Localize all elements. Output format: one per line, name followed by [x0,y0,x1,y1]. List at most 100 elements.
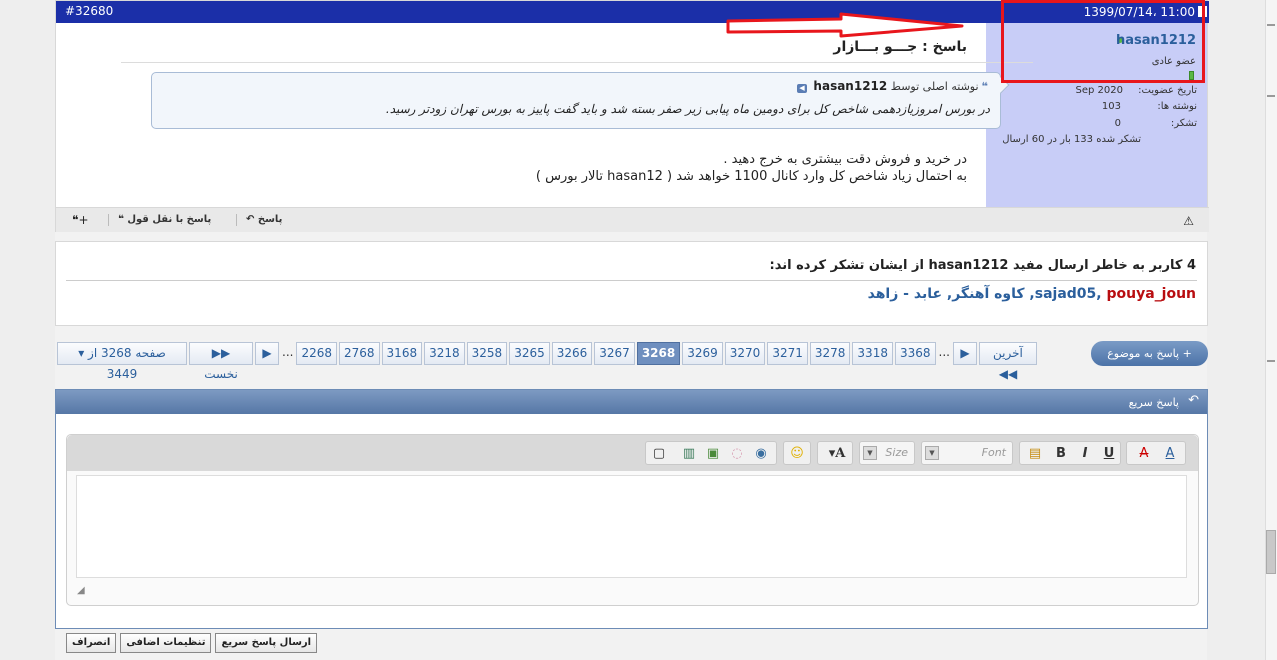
thanks-title: 4 کاربر به خاطر ارسال مفید hasan1212 از … [769,258,1196,273]
scroll-mark [1267,95,1275,97]
text-style-group: U I B ▤ [1019,441,1121,465]
page-link[interactable]: 3270 [724,342,766,365]
submit-quick-reply-button[interactable]: ارسال پاسخ سریع [215,633,318,653]
thanks-user[interactable]: sajad05 [1035,286,1097,302]
thanks-user[interactable]: کاوه آهنگر [952,286,1024,302]
page-link[interactable]: 3271 [767,342,808,365]
chevron-down-icon: ▾ [78,346,85,360]
reply-with-quote-button[interactable]: پاسخ با نقل قول ❝ [118,214,211,225]
thanks-label: تشکر: [1170,118,1197,129]
paste-icon[interactable]: ▤ [1026,445,1044,463]
text-size-icon[interactable]: ▾A [828,445,846,463]
reply-arrow-icon: ↶ [1188,393,1199,408]
page-link[interactable]: 2268 [296,342,337,365]
chevron-right-icon: ▶ [960,346,970,360]
italic-icon[interactable]: I [1076,445,1094,463]
quick-reply-panel: ↶ پاسخ سریع A A U I B ▤ ▼ Font ▼ Size ▾A… [55,389,1208,629]
ellipsis: ... [282,345,294,359]
quick-reply-buttons: انصراف تنظیمات اضافی ارسال پاسخ سریع [66,633,318,653]
quote-prefix: نوشته اصلی توسط [890,80,979,93]
reply-icon: ↶ [246,214,255,225]
join-date-value: Sep 2020 [1075,85,1123,96]
smiley-icon[interactable]: ☺ [788,445,806,463]
quote-insert-icon[interactable]: ▢ [650,445,668,463]
page-link[interactable]: 2768 [339,342,380,365]
highlight-box [1001,0,1205,83]
page-link[interactable]: 3258 [466,342,508,365]
page-link[interactable]: 3218 [424,342,465,365]
font-color-icon[interactable]: A [1161,445,1179,463]
quote-header: ❝نوشته اصلی توسط hasan1212 ◀ [796,79,988,93]
view-post-icon[interactable]: ◀ [796,84,807,93]
thanked-summary: تشکر شده 133 بار در 60 ارسال [1002,134,1141,145]
chevron-left-icon: ▶ [262,346,272,360]
quote-author[interactable]: hasan1212 [813,79,887,93]
underline-icon[interactable]: U [1100,445,1118,463]
current-page: 3268 [636,342,681,365]
quote-block: ❝نوشته اصلی توسط hasan1212 ◀ در بورس امر… [151,72,1010,129]
page-link[interactable]: 3267 [594,342,635,365]
double-chevron-right-icon: ▶▶ [211,346,231,360]
message-textarea[interactable] [76,475,1187,578]
pagination: آخرین ◀◀ ▶ ... 3368 3318 3278 3271 3270 … [55,342,1037,381]
scrollbar[interactable] [1265,0,1277,660]
editor: A A U I B ▤ ▼ Font ▼ Size ▾A ☺ ◉ ◌ ▣ ▥ ▢… [66,434,1199,606]
quick-reply-title: پاسخ سریع [1128,396,1179,409]
posts-count-label: نوشته ها: [1157,101,1197,112]
thanks-user[interactable]: عابد - زاهد [868,286,942,302]
prev-page-link[interactable]: ▶ [255,342,279,365]
remove-format-icon[interactable]: A [1135,445,1153,463]
reply-to-thread-label: پاسخ به موضوع [1107,347,1180,360]
text-size-group: ▾A [817,441,853,465]
last-page-link[interactable]: آخرین ◀◀ [978,342,1037,381]
page-link[interactable]: 3266 [551,342,593,365]
first-page-link[interactable]: ▶▶ نخست [189,342,253,381]
page-link[interactable]: 3269 [682,342,723,365]
post-body-line: در خرید و فروش دقت بیشتری به خرج دهید . [723,152,967,167]
size-select[interactable]: ▼ Size [859,441,915,465]
resize-handle-icon[interactable]: ◢ [77,585,85,596]
plus-icon: + [1182,347,1192,360]
post-title: باسخ : جـــو بـــازار [833,39,967,55]
comma: , [1096,286,1107,302]
advanced-settings-button[interactable]: تنظیمات اضافی [120,633,212,653]
link-icon[interactable]: ◉ [752,445,770,463]
post-number[interactable]: #32680 [65,4,113,18]
thanks-value: 0 [1114,118,1121,129]
multi-quote-icon[interactable]: ❝+ [72,213,89,227]
annotation-arrow-icon [726,12,964,38]
font-placeholder: Font [981,446,1006,459]
page-link[interactable]: 3318 [852,342,893,365]
chevron-down-icon: ▼ [863,446,877,460]
video-icon[interactable]: ▥ [680,445,698,463]
size-placeholder: Size [885,446,908,459]
page-link[interactable]: 3278 [809,342,851,365]
page-info-dropdown[interactable]: ▾ صفحه 3268 از 3449 [57,342,187,381]
reply-button[interactable]: پاسخ ↶ [246,214,282,225]
last-page-label: آخرین [993,346,1023,360]
divider [108,214,109,226]
thanks-user[interactable]: pouya_joun [1106,286,1196,302]
divider [236,214,237,226]
reply-to-thread-button[interactable]: + پاسخ به موضوع [1091,341,1208,366]
page-link[interactable]: 3368 [894,342,936,365]
image-icon[interactable]: ▣ [704,445,722,463]
insert-group: ◉ ◌ ▣ ▥ ▢ [645,441,777,465]
divider [66,280,1197,281]
report-post-icon[interactable]: ⚠ [1183,214,1194,228]
page-link[interactable]: 3265 [509,342,550,365]
cancel-button[interactable]: انصراف [66,633,117,653]
quote-reply-icon: ❝ [118,214,124,225]
post-body: در خرید و فروش دقت بیشتری به خرج دهید . … [536,151,967,185]
unlink-icon[interactable]: ◌ [728,445,746,463]
comma: , [1024,286,1035,302]
scroll-mark [1267,24,1275,26]
bold-icon[interactable]: B [1052,445,1070,463]
font-select[interactable]: ▼ Font [921,441,1013,465]
chevron-down-icon: ▼ [925,446,939,460]
next-page-link[interactable]: ▶ [952,342,977,365]
scroll-thumb[interactable] [1266,530,1276,574]
divider [121,62,1033,63]
page-link[interactable]: 3168 [381,342,423,365]
quote-icon: ❝ [981,80,988,93]
